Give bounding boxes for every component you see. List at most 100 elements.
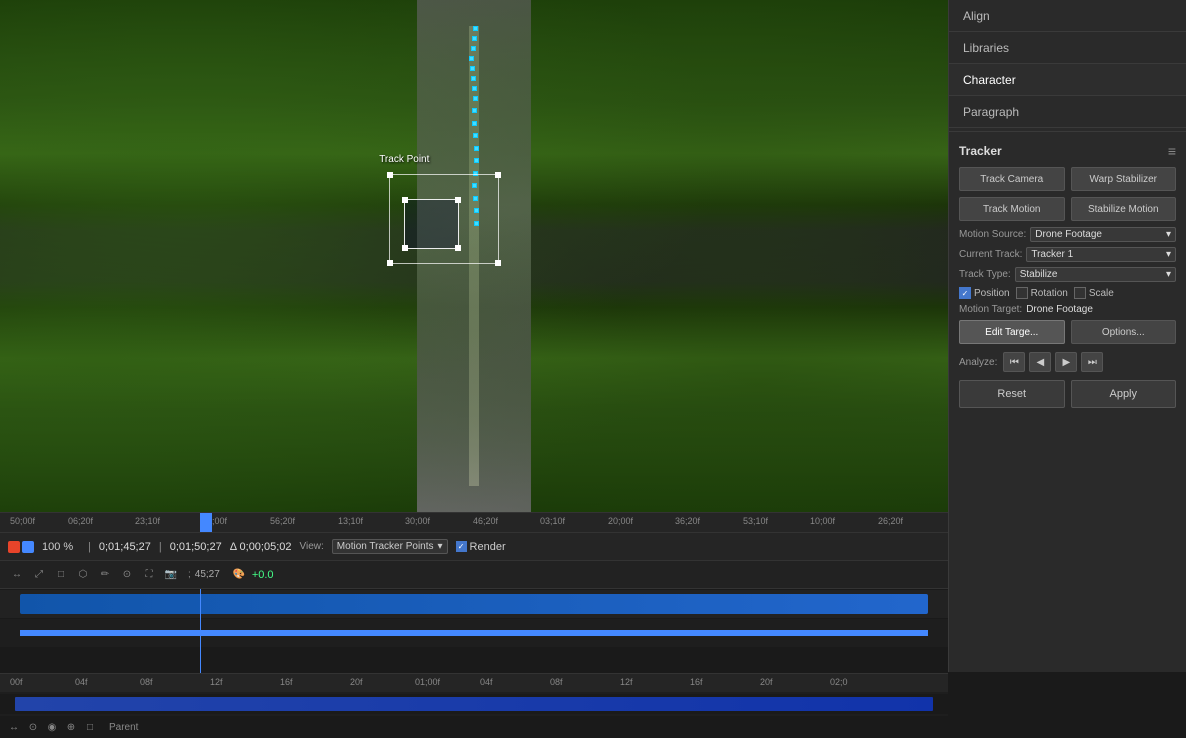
track-bar-1 bbox=[20, 594, 928, 614]
color-btn[interactable]: 🎨 bbox=[230, 566, 248, 584]
track-row-2 bbox=[0, 619, 948, 647]
analyze-prev-all-button[interactable]: ⏮ bbox=[1003, 352, 1025, 372]
current-time[interactable]: 0;01;45;27 bbox=[99, 541, 151, 553]
bottom-ruler[interactable]: 00f 04f 08f 12f 16f 20f 01;00f 04f 08f 1… bbox=[0, 674, 948, 692]
panel-tabs: Align Libraries Character Paragraph bbox=[949, 0, 1186, 128]
analyze-prev-button[interactable]: ◀ bbox=[1029, 352, 1051, 372]
position-checkbox[interactable]: ✓ bbox=[959, 287, 971, 299]
stabilize-motion-button[interactable]: Stabilize Motion bbox=[1071, 197, 1177, 221]
br-mark-5: 20f bbox=[350, 677, 363, 687]
current-track-value: Tracker 1 bbox=[1031, 249, 1073, 260]
tc-offset: +0.0 bbox=[252, 569, 274, 581]
tab-paragraph[interactable]: Paragraph bbox=[949, 96, 1186, 128]
toolbar-btn-3[interactable]: ◉ bbox=[44, 719, 60, 735]
inner-handle-br bbox=[455, 245, 461, 251]
motion-source-label: Motion Source: bbox=[959, 229, 1026, 240]
tab-align-label: Align bbox=[963, 9, 990, 23]
tab-character[interactable]: Character bbox=[949, 64, 1186, 96]
track-bar-blue bbox=[20, 630, 928, 636]
br-mark-8: 08f bbox=[550, 677, 563, 687]
tab-libraries-label: Libraries bbox=[963, 41, 1009, 55]
motion-target-value: Drone Footage bbox=[1026, 304, 1093, 315]
warp-stabilizer-button[interactable]: Warp Stabilizer bbox=[1071, 167, 1177, 191]
analyze-prev-icon: ◀ bbox=[1037, 357, 1045, 368]
rotation-checkbox[interactable] bbox=[1016, 287, 1028, 299]
track-type-label: Track Type: bbox=[959, 269, 1011, 280]
tracker-title-row: Tracker ≡ bbox=[959, 143, 1176, 159]
ruler-mark-9: 20;00f bbox=[608, 516, 633, 526]
track-type-row: Track Type: Stabilize ▾ bbox=[959, 267, 1176, 282]
playhead-marker[interactable] bbox=[200, 513, 212, 533]
toolbar-btn-2[interactable]: ⊙ bbox=[25, 719, 41, 735]
rotation-checkbox-item[interactable]: Rotation bbox=[1016, 287, 1068, 299]
scale-label: Scale bbox=[1089, 288, 1114, 299]
ruler-mark-13: 26;20f bbox=[878, 516, 903, 526]
tool-btn-4[interactable]: ⬡ bbox=[74, 566, 92, 584]
analyze-next-button[interactable]: ▶ bbox=[1055, 352, 1077, 372]
handle-bl bbox=[387, 260, 393, 266]
tab-libraries[interactable]: Libraries bbox=[949, 32, 1186, 64]
ruler-mark-12: 10;00f bbox=[810, 516, 835, 526]
render-checkbox-row[interactable]: ✓ Render bbox=[456, 541, 506, 553]
track-type-dropdown[interactable]: Stabilize ▾ bbox=[1015, 267, 1176, 282]
ruler-mark-7: 46;20f bbox=[473, 516, 498, 526]
br-mark-9: 12f bbox=[620, 677, 633, 687]
ruler-container: 50;00f 06;20f 23;10f 40;00f 56;20f 13;10… bbox=[0, 513, 948, 532]
edit-target-button[interactable]: Edit Targe... bbox=[959, 320, 1065, 344]
tracker-menu-icon[interactable]: ≡ bbox=[1168, 143, 1176, 159]
btn-row-1: Track Camera Warp Stabilizer bbox=[959, 167, 1176, 191]
tool-btn-1[interactable]: ↔ bbox=[8, 566, 26, 584]
checkbox-row: ✓ Position Rotation Scale bbox=[959, 287, 1176, 299]
tab-align[interactable]: Align bbox=[949, 0, 1186, 32]
scale-checkbox-item[interactable]: Scale bbox=[1074, 287, 1114, 299]
video-area[interactable]: Track Point bbox=[0, 0, 948, 512]
time-delta: Δ 0;00;05;02 bbox=[230, 541, 292, 553]
time-in[interactable]: 0;01;50;27 bbox=[170, 541, 222, 553]
timeline-ruler-top[interactable]: 50;00f 06;20f 23;10f 40;00f 56;20f 13;10… bbox=[0, 513, 948, 533]
bottom-track bbox=[0, 694, 948, 714]
track-type-chevron-icon: ▾ bbox=[1166, 269, 1171, 280]
current-track-row: Current Track: Tracker 1 ▾ bbox=[959, 247, 1176, 262]
tool-btn-2[interactable]: ⤢ bbox=[30, 566, 48, 584]
bottom-bar bbox=[15, 697, 933, 711]
left-panel: Track Point bbox=[0, 0, 948, 672]
bottom-controls-bar: ↔ ⤢ □ ⬡ ✏ ⊙ ⛶ 📷 ; 45;27 🎨 +0.0 bbox=[0, 561, 948, 589]
render-checkbox[interactable]: ✓ bbox=[456, 541, 467, 552]
toolbar-btn-5[interactable]: □ bbox=[82, 719, 98, 735]
tool-btn-3[interactable]: □ bbox=[52, 566, 70, 584]
panel-divider bbox=[949, 131, 1186, 132]
zoom-percentage[interactable]: 100 % bbox=[42, 541, 80, 553]
motion-source-dropdown[interactable]: Drone Footage ▾ bbox=[1030, 227, 1176, 242]
timecode-icon: | bbox=[88, 541, 91, 553]
color-square-red bbox=[8, 541, 20, 553]
position-checkbox-item[interactable]: ✓ Position bbox=[959, 287, 1010, 299]
toolbar-btn-1[interactable]: ↔ bbox=[6, 719, 22, 735]
track-motion-button[interactable]: Track Motion bbox=[959, 197, 1065, 221]
options-button[interactable]: Options... bbox=[1071, 320, 1177, 344]
tool-btn-7[interactable]: ⛶ bbox=[140, 566, 158, 584]
toolbar-btn-4[interactable]: ⊕ bbox=[63, 719, 79, 735]
view-label: View: bbox=[300, 541, 324, 552]
camera-icon-btn[interactable]: 📷 bbox=[162, 566, 180, 584]
handle-br bbox=[495, 260, 501, 266]
motion-source-chevron-icon: ▾ bbox=[1166, 229, 1171, 240]
reset-button[interactable]: Reset bbox=[959, 380, 1065, 408]
track-camera-button[interactable]: Track Camera bbox=[959, 167, 1065, 191]
right-panel: Align Libraries Character Paragraph Trac… bbox=[948, 0, 1186, 672]
scale-checkbox[interactable] bbox=[1074, 287, 1086, 299]
color-square-blue bbox=[22, 541, 34, 553]
apply-button[interactable]: Apply bbox=[1071, 380, 1177, 408]
tool-btn-6[interactable]: ⊙ bbox=[118, 566, 136, 584]
br-mark-10: 16f bbox=[690, 677, 703, 687]
view-dropdown[interactable]: Motion Tracker Points ▾ bbox=[332, 539, 448, 554]
track-row-1 bbox=[0, 590, 948, 618]
ruler-mark-11: 53;10f bbox=[743, 516, 768, 526]
motion-source-row: Motion Source: Drone Footage ▾ bbox=[959, 227, 1176, 242]
analyze-next-all-button[interactable]: ⏭ bbox=[1081, 352, 1103, 372]
tool-btn-5[interactable]: ✏ bbox=[96, 566, 114, 584]
video-image: Track Point bbox=[0, 0, 948, 512]
br-mark-11: 20f bbox=[760, 677, 773, 687]
br-mark-0: 00f bbox=[10, 677, 23, 687]
current-track-dropdown[interactable]: Tracker 1 ▾ bbox=[1026, 247, 1176, 262]
tracker-section: Tracker ≡ Track Camera Warp Stabilizer T… bbox=[949, 135, 1186, 672]
